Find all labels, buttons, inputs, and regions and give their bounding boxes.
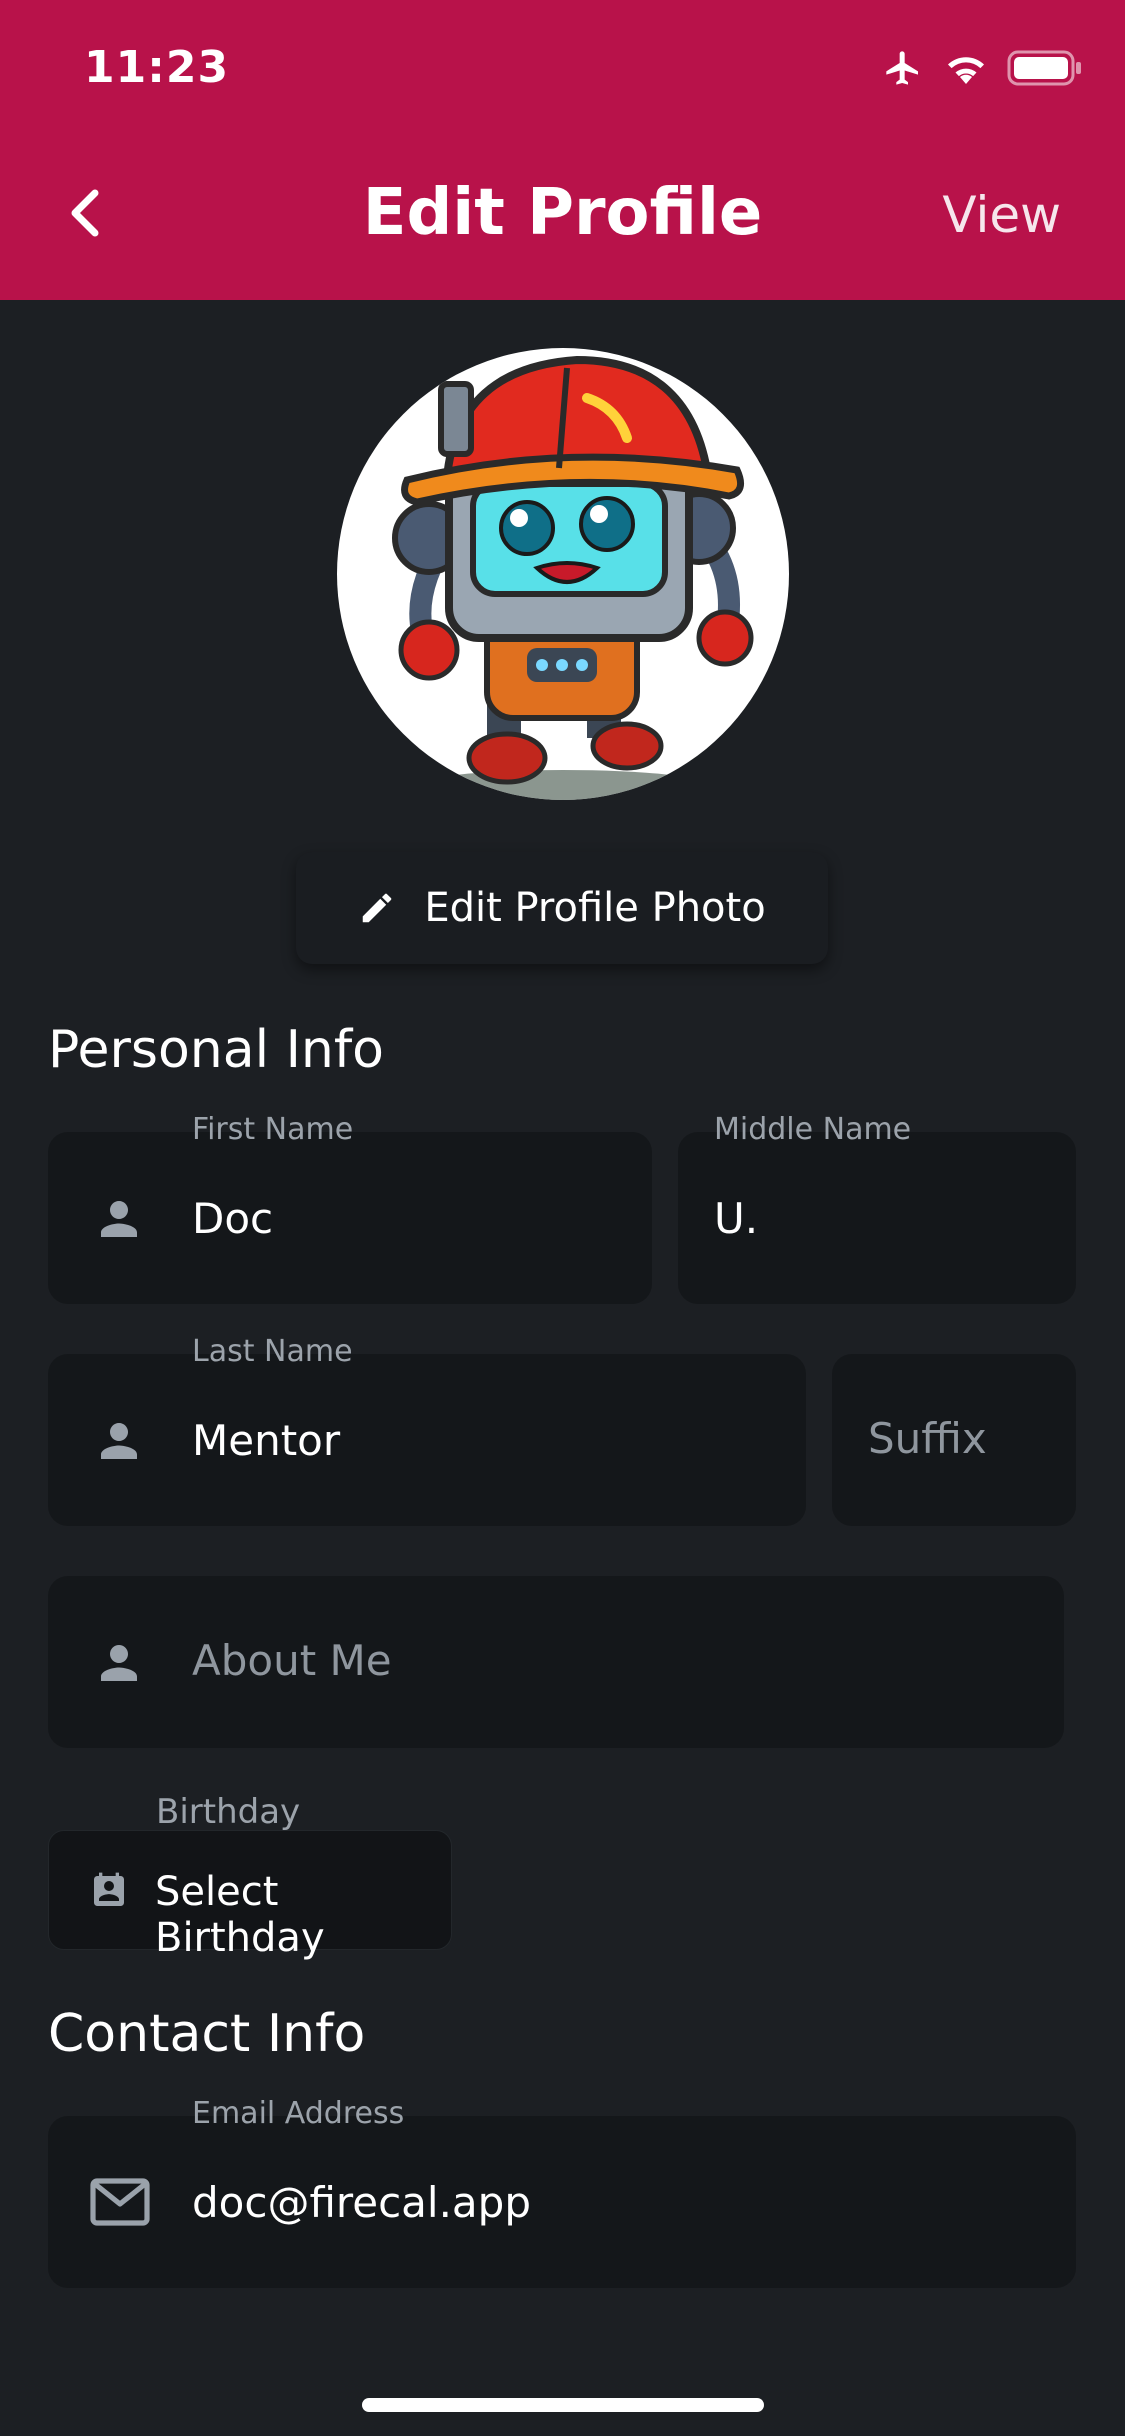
- person-icon: [101, 1423, 137, 1459]
- first-name-value: Doc: [192, 1194, 274, 1243]
- middle-name-field[interactable]: Middle Name U.: [678, 1112, 1076, 1304]
- airplane-icon: [886, 51, 918, 85]
- robot-firefighter-avatar: [392, 355, 754, 800]
- middle-name-value: U.: [714, 1194, 759, 1243]
- person-icon: [101, 1645, 137, 1681]
- edit-profile-photo-button[interactable]: Edit Profile Photo: [296, 852, 828, 964]
- email-label: Email Address: [192, 2096, 405, 2131]
- view-button[interactable]: View: [942, 186, 1061, 244]
- edit-profile-photo-label: Edit Profile Photo: [424, 885, 766, 931]
- last-name-field[interactable]: Last Name Mentor: [48, 1334, 806, 1526]
- wifi-icon: [948, 57, 984, 84]
- select-birthday-button[interactable]: Select Birthday: [48, 1830, 452, 1961]
- last-name-label: Last Name: [192, 1334, 353, 1369]
- about-me-placeholder: About Me: [192, 1636, 392, 1685]
- person-icon: [101, 1201, 137, 1237]
- app-header: 11:23 Edit Profile View: [0, 0, 1125, 300]
- profile-avatar[interactable]: [337, 348, 789, 800]
- calendar-person-icon: [94, 1872, 124, 1906]
- first-name-field[interactable]: First Name Doc: [48, 1112, 652, 1304]
- email-field[interactable]: Email Address doc@firecal.app: [48, 2096, 1076, 2288]
- suffix-field[interactable]: Suffix: [832, 1354, 1076, 1526]
- status-icons: [881, 48, 1083, 88]
- birthday-label: Birthday: [156, 1792, 301, 1832]
- select-birthday-label: Select Birthday: [155, 1869, 325, 1961]
- about-me-field[interactable]: About Me: [48, 1576, 1064, 1748]
- middle-name-label: Middle Name: [714, 1112, 912, 1147]
- battery-icon: [1007, 50, 1081, 86]
- last-name-value: Mentor: [192, 1416, 341, 1465]
- home-indicator: [362, 2398, 764, 2412]
- status-time: 11:23: [84, 42, 230, 93]
- personal-info-title: Personal Info: [48, 1020, 384, 1080]
- email-value: doc@firecal.app: [192, 2178, 531, 2227]
- first-name-label: First Name: [192, 1112, 354, 1147]
- pencil-icon: [363, 893, 392, 923]
- suffix-placeholder: Suffix: [868, 1414, 987, 1463]
- contact-info-title: Contact Info: [48, 2004, 366, 2064]
- edit-profile-screen: 11:23 Edit Profile View Edit Profile Pho…: [0, 0, 1125, 2436]
- mail-icon: [90, 2178, 150, 2226]
